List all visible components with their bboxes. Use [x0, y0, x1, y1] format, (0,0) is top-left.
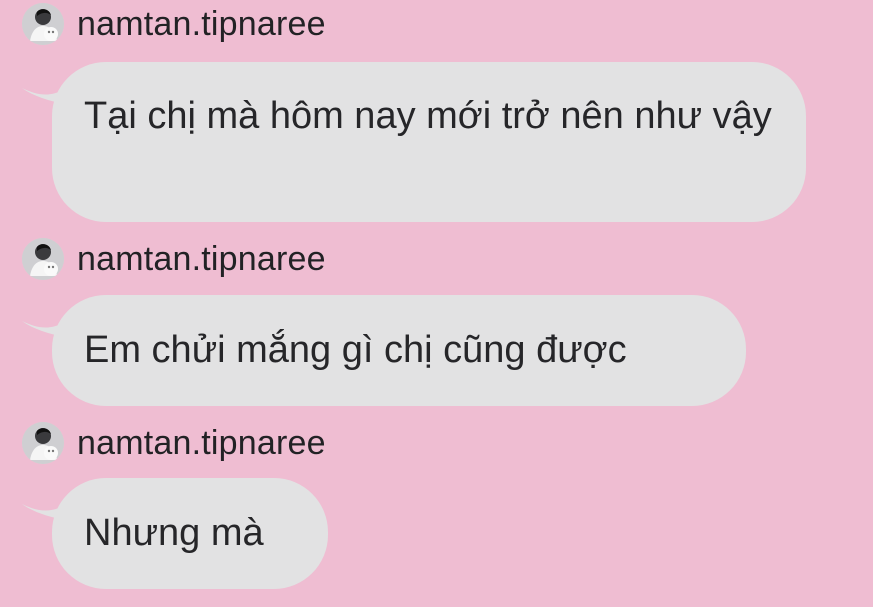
user-avatar-icon[interactable] — [22, 422, 64, 464]
chat-thread: namtan.tipnaree Tại chị mà hôm nay mới t… — [0, 0, 873, 607]
sender-name: namtan.tipnaree — [77, 5, 326, 43]
sender-row: namtan.tipnaree — [22, 421, 326, 465]
message-text: Nhưng mà — [84, 512, 264, 554]
sender-row: namtan.tipnaree — [22, 2, 326, 46]
message-bubble-wrap: Em chửi mắng gì chị cũng được — [22, 295, 746, 406]
message-bubble[interactable]: Em chửi mắng gì chị cũng được — [52, 295, 746, 406]
user-avatar-icon[interactable] — [22, 3, 64, 45]
message-bubble-wrap: Tại chị mà hôm nay mới trở nên như vậy — [22, 62, 806, 222]
message-bubble-wrap: Nhưng mà — [22, 478, 328, 589]
sender-name: namtan.tipnaree — [77, 240, 326, 278]
sender-row: namtan.tipnaree — [22, 237, 326, 281]
message-bubble[interactable]: Tại chị mà hôm nay mới trở nên như vậy — [52, 62, 806, 222]
sender-name: namtan.tipnaree — [77, 424, 326, 462]
message-text: Tại chị mà hôm nay mới trở nên như vậy — [84, 95, 772, 137]
message-bubble[interactable]: Nhưng mà — [52, 478, 328, 589]
message-text: Em chửi mắng gì chị cũng được — [84, 329, 627, 371]
user-avatar-icon[interactable] — [22, 238, 64, 280]
